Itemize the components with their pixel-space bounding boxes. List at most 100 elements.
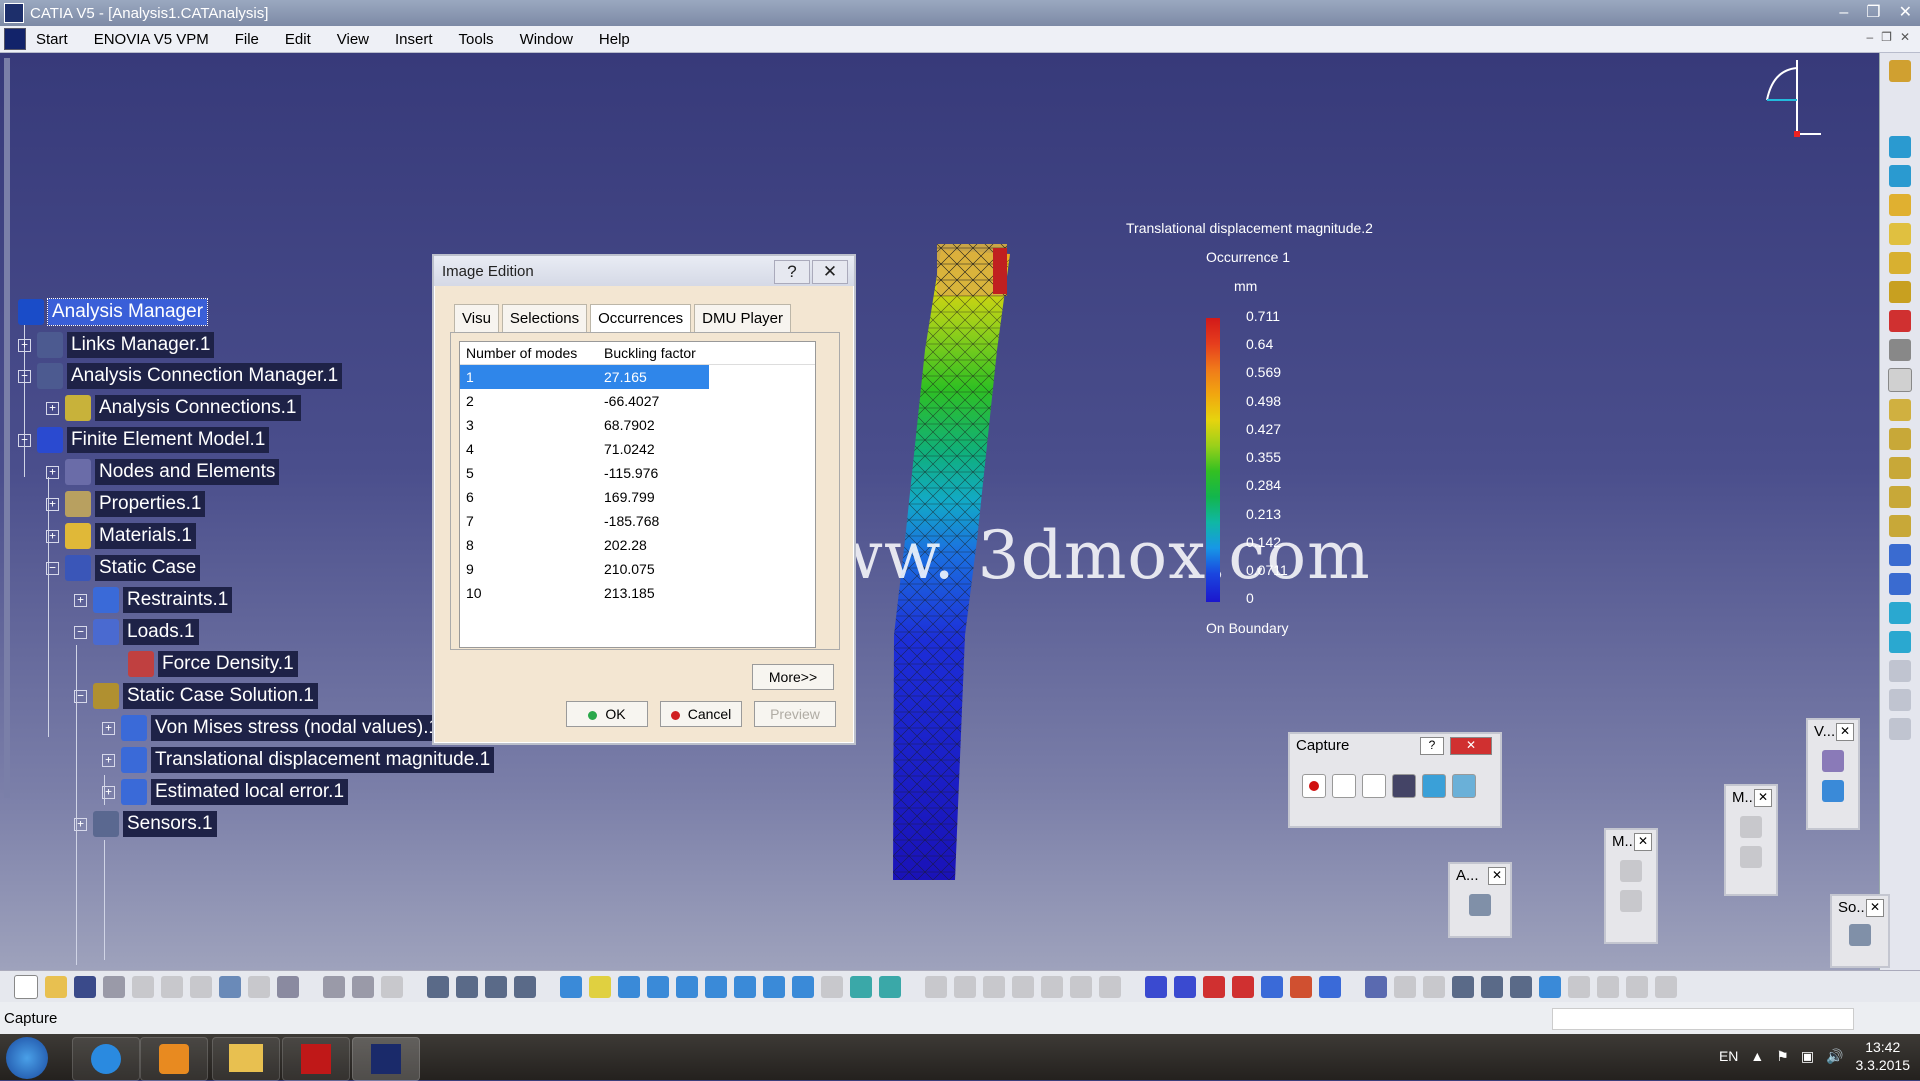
floating-close-icon[interactable]: ✕ (1634, 833, 1652, 851)
menu-edit[interactable]: Edit (272, 31, 324, 48)
menu-window[interactable]: Window (507, 31, 586, 48)
media-player-taskbar-button[interactable] (140, 1037, 208, 1081)
collapse-icon[interactable]: − (74, 689, 87, 703)
ie-taskbar-button[interactable] (72, 1037, 140, 1081)
start-icon[interactable] (4, 28, 26, 50)
info-icon[interactable] (1481, 975, 1503, 998)
menu-insert[interactable]: Insert (382, 31, 446, 48)
mesh-part-icon[interactable] (427, 975, 449, 998)
doc-restore-icon[interactable]: ❐ (1881, 30, 1892, 44)
deformation-tool-icon[interactable] (1203, 975, 1225, 998)
simplify-icon[interactable] (1539, 975, 1561, 998)
report-icon[interactable] (1568, 975, 1590, 998)
whats-this-icon[interactable] (277, 975, 299, 998)
surface-icon[interactable] (1889, 223, 1911, 245)
load-icon[interactable] (1889, 399, 1911, 421)
force-icon[interactable] (1889, 457, 1911, 479)
list-item[interactable]: 2 -66.4027 (460, 389, 815, 413)
material-icon[interactable] (1889, 281, 1911, 303)
pointer-tool-icon[interactable] (381, 975, 403, 998)
list-item[interactable]: 5 -115.976 (460, 461, 815, 485)
network-icon[interactable]: ▣ (1801, 1048, 1814, 1065)
tab-occurrences[interactable]: Occurrences (590, 304, 692, 333)
moment-icon[interactable] (1889, 486, 1911, 508)
visualization-icon[interactable] (1822, 780, 1844, 802)
model-manager-icon[interactable] (1740, 816, 1762, 838)
list-item[interactable]: 4 71.0242 (460, 437, 815, 461)
tree-node-analysis-manager[interactable]: Analysis Manager (18, 298, 209, 326)
history-icon[interactable] (1597, 975, 1619, 998)
mesh-tool-5-icon[interactable] (1041, 975, 1063, 998)
part-icon[interactable] (1889, 194, 1911, 216)
deformation-icon[interactable] (1889, 602, 1911, 624)
multi-view-icon[interactable] (763, 975, 785, 998)
list-item[interactable]: 1 27.165 (460, 365, 815, 389)
tree-node-finite-element-model[interactable]: − Finite Element Model.1 (18, 427, 270, 453)
explorer-taskbar-button[interactable] (212, 1037, 280, 1081)
sensor-icon[interactable] (1889, 660, 1911, 682)
pressure-icon[interactable] (1889, 428, 1911, 450)
analysis-tool-icon[interactable] (1469, 894, 1491, 916)
floating-close-icon[interactable]: ✕ (1488, 867, 1506, 885)
column-buckling-factor[interactable]: Buckling factor (600, 345, 709, 361)
images-layout-icon[interactable] (1510, 975, 1532, 998)
list-item[interactable]: 10 213.185 (460, 581, 815, 605)
pointer-icon[interactable] (1888, 368, 1912, 392)
floating-close-icon[interactable]: ✕ (1836, 723, 1854, 741)
expand-icon[interactable]: + (46, 465, 59, 479)
list-item[interactable]: 8 202.28 (460, 533, 815, 557)
settings-gear-icon[interactable] (1889, 60, 1911, 82)
help-button[interactable]: ? (774, 260, 810, 284)
preview-button[interactable]: Preview (754, 701, 836, 727)
group-icon[interactable] (1740, 846, 1762, 868)
principal-stress-tool-icon[interactable] (1290, 975, 1312, 998)
collapse-icon[interactable]: − (18, 369, 31, 383)
expand-icon[interactable]: + (74, 593, 87, 607)
menu-tools[interactable]: Tools (446, 31, 507, 48)
record-icon[interactable] (1302, 774, 1326, 798)
expand-icon[interactable]: + (18, 338, 31, 352)
view-icon[interactable] (1822, 750, 1844, 772)
iso-view-icon[interactable] (792, 975, 814, 998)
tab-dmu-player[interactable]: DMU Player (694, 304, 792, 333)
animate-icon[interactable] (1889, 631, 1911, 653)
menu-view[interactable]: View (324, 31, 382, 48)
expand-icon[interactable]: + (102, 721, 115, 735)
tree-icon[interactable] (456, 975, 478, 998)
list-item[interactable]: 9 210.075 (460, 557, 815, 581)
tree-node-von-mises[interactable]: + Von Mises stress (nodal values).1 (102, 715, 444, 741)
hide-show-icon[interactable] (821, 975, 843, 998)
album-icon[interactable] (1392, 774, 1416, 798)
extrema-icon[interactable] (1452, 975, 1474, 998)
action-center-flag-icon[interactable]: ⚑ (1776, 1048, 1789, 1065)
measure-item-icon[interactable] (1620, 890, 1642, 912)
cut-icon[interactable] (132, 975, 154, 998)
dialog-close-button[interactable]: ✕ (812, 260, 848, 284)
dialog-title-bar[interactable]: Image Edition ? ✕ (434, 256, 854, 286)
capture-options-icon[interactable] (1362, 774, 1386, 798)
collapse-icon[interactable]: − (46, 561, 59, 575)
acrobat-taskbar-button[interactable] (282, 1037, 350, 1081)
plane-icon[interactable] (1889, 136, 1911, 158)
column-number-of-modes[interactable]: Number of modes (460, 345, 600, 361)
tree-node-sensors[interactable]: + Sensors.1 (74, 811, 217, 837)
normal-view-icon[interactable] (734, 975, 756, 998)
swap-visible-icon[interactable] (850, 975, 872, 998)
menu-enovia[interactable]: ENOVIA V5 VPM (81, 31, 222, 48)
compass-icon[interactable] (1755, 56, 1825, 140)
mesh-tool-1-icon[interactable] (925, 975, 947, 998)
fly-mode-icon[interactable] (560, 975, 582, 998)
tree-node-static-case-solution[interactable]: − Static Case Solution.1 (74, 683, 318, 709)
capture-help-button[interactable]: ? (1420, 737, 1444, 755)
close-icon[interactable]: ✕ (1899, 0, 1912, 26)
list-item[interactable]: 3 68.7902 (460, 413, 815, 437)
displacement-tool-icon[interactable] (1261, 975, 1283, 998)
cut-plane-tool-icon[interactable] (1394, 975, 1416, 998)
mesh-tool-7-icon[interactable] (1099, 975, 1121, 998)
mesh-tool-2-icon[interactable] (954, 975, 976, 998)
axis-icon[interactable] (1889, 165, 1911, 187)
tree-node-static-case[interactable]: − Static Case (46, 555, 201, 581)
solver-icon[interactable] (1849, 924, 1871, 946)
collapse-icon[interactable]: − (18, 433, 31, 447)
tree-node-analysis-connections[interactable]: + Analysis Connections.1 (46, 395, 301, 421)
